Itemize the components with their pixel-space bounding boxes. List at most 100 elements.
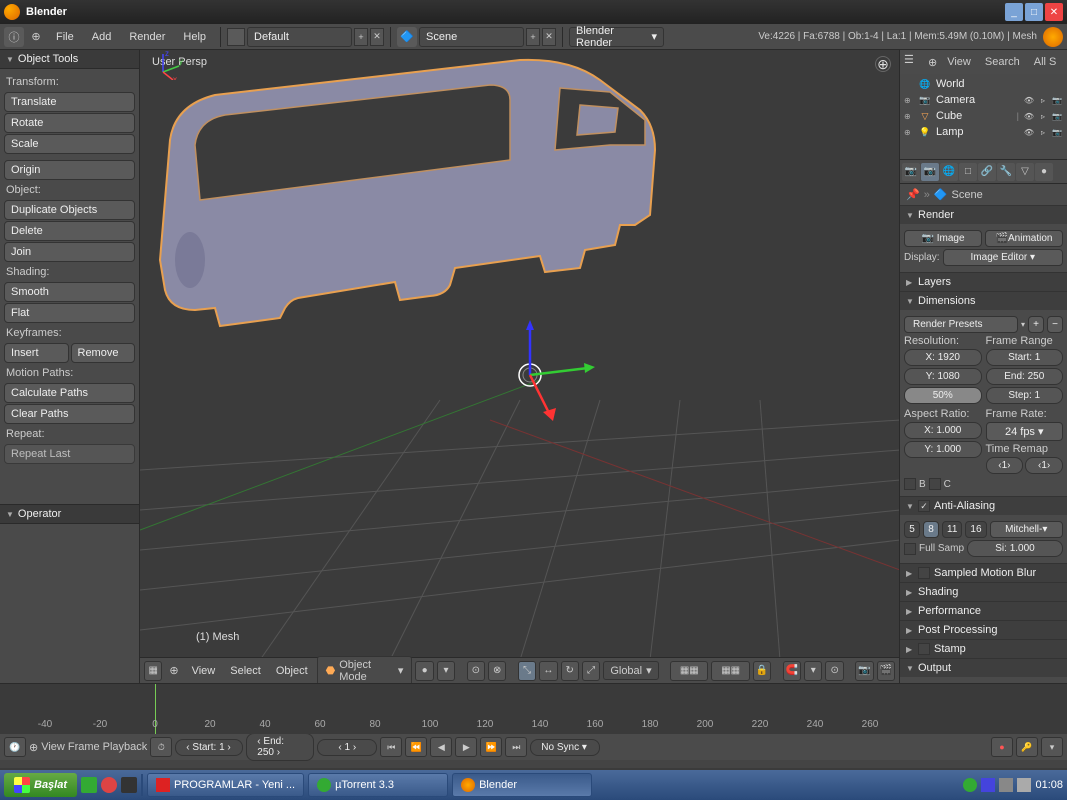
aa-11-button[interactable]: 11: [942, 521, 962, 538]
sync-dropdown[interactable]: No Sync ▾: [530, 739, 600, 756]
layout-add-button[interactable]: +: [354, 28, 368, 46]
auto-keyframe-icon[interactable]: ●: [991, 737, 1013, 757]
aa-enable-checkbox[interactable]: [918, 500, 930, 512]
snap-element-icon[interactable]: ▾: [804, 661, 822, 681]
fr-end-field[interactable]: End: 250: [986, 368, 1064, 385]
orientation-dropdown[interactable]: Global▾: [603, 661, 658, 680]
outliner-editor-icon[interactable]: ☰: [904, 53, 922, 71]
render-tab-icon[interactable]: 📷: [902, 163, 920, 181]
aa-8-button[interactable]: 8: [923, 521, 939, 538]
tray-clock[interactable]: 01:08: [1035, 779, 1063, 791]
opengl-render-icon[interactable]: 📷: [855, 661, 873, 681]
use-preview-range-icon[interactable]: ⏱: [150, 737, 172, 757]
opengl-anim-icon[interactable]: 🎬: [877, 661, 895, 681]
pivot-individual-icon[interactable]: ⊗: [488, 661, 506, 681]
fr-step-field[interactable]: Step: 1: [986, 387, 1064, 404]
menu-render[interactable]: Render: [121, 27, 173, 47]
res-x-field[interactable]: X: 1920: [904, 349, 982, 366]
crop-checkbox[interactable]: [929, 478, 941, 490]
scene-delete-button[interactable]: ✕: [542, 28, 556, 46]
cursor-icon[interactable]: ▹: [1037, 94, 1049, 106]
delete-button[interactable]: Delete: [4, 221, 135, 241]
scene-tab-icon[interactable]: 📷: [921, 163, 939, 181]
pivot-icon[interactable]: ⊙: [467, 661, 485, 681]
scene-browse-icon[interactable]: 🔷: [397, 27, 417, 47]
aa-filter-dropdown[interactable]: Mitchell-▾: [990, 521, 1063, 538]
manipulator-toggle[interactable]: ⤡: [518, 661, 536, 681]
view3d-menu-select[interactable]: Select: [224, 662, 267, 680]
taskbar-item-utorrent[interactable]: µTorrent 3.3: [308, 773, 448, 797]
flat-button[interactable]: Flat: [4, 303, 135, 323]
marker-icon[interactable]: ▾: [1041, 737, 1063, 757]
snap-target-icon[interactable]: ⊙: [825, 661, 843, 681]
object-tools-header[interactable]: Object Tools: [0, 50, 139, 69]
snap-toggle-icon[interactable]: 🧲: [783, 661, 801, 681]
blender-org-icon[interactable]: [1043, 27, 1063, 47]
rotate-button[interactable]: Rotate: [4, 113, 135, 133]
eye-icon[interactable]: 👁: [1023, 94, 1035, 106]
operator-panel-header[interactable]: Operator: [0, 505, 139, 524]
material-tab-icon[interactable]: ●: [1035, 163, 1053, 181]
timeline-menu-frame[interactable]: Frame: [68, 741, 100, 753]
fps-dropdown[interactable]: 24 fps ▾: [986, 422, 1064, 441]
menu-file[interactable]: File: [48, 27, 82, 47]
tray-icon-4[interactable]: [1017, 778, 1031, 792]
render-icon[interactable]: 📷: [1051, 110, 1063, 122]
render-icon[interactable]: 📷: [1051, 94, 1063, 106]
keying-set-icon[interactable]: 🔑: [1016, 737, 1038, 757]
manipulator-scale-icon[interactable]: ⤢: [582, 661, 600, 681]
border-checkbox[interactable]: [904, 478, 916, 490]
render-icon[interactable]: 📷: [1051, 126, 1063, 138]
preset-remove-button[interactable]: −: [1047, 316, 1063, 333]
timeline-collapse[interactable]: ⊕: [29, 741, 38, 754]
fr-start-field[interactable]: Start: 1: [986, 349, 1064, 366]
play-icon[interactable]: ▶: [455, 737, 477, 757]
viewport-shading-icon[interactable]: ●: [415, 661, 433, 681]
constraints-tab-icon[interactable]: 🔗: [978, 163, 996, 181]
menu-collapse-icon[interactable]: ⊕: [26, 27, 46, 47]
start-button[interactable]: Başlat: [4, 773, 77, 797]
eye-icon[interactable]: 👁: [1023, 110, 1035, 122]
outliner-menu-view[interactable]: View: [943, 54, 975, 70]
lock-camera-icon[interactable]: 🔒: [753, 661, 771, 681]
viewport-plus-icon[interactable]: ⊕: [875, 56, 891, 72]
dimensions-panel-header[interactable]: ▼Dimensions: [900, 292, 1067, 310]
layout-delete-button[interactable]: ✕: [370, 28, 384, 46]
origin-button[interactable]: Origin: [4, 160, 135, 180]
manipulator-gizmo[interactable]: [480, 320, 600, 440]
performance-panel-header[interactable]: ▶Performance: [900, 602, 1067, 620]
pin-icon[interactable]: 📌: [906, 188, 920, 201]
render-engine-dropdown[interactable]: Blender Render▾: [569, 27, 664, 47]
calculate-paths-button[interactable]: Calculate Paths: [4, 383, 135, 403]
clear-paths-button[interactable]: Clear Paths: [4, 404, 135, 424]
menu-help[interactable]: Help: [175, 27, 214, 47]
outliner-item-lamp[interactable]: ⊕ 💡 Lamp 👁▹📷: [902, 124, 1065, 140]
res-y-field[interactable]: Y: 1080: [904, 368, 982, 385]
mode-dropdown[interactable]: ⬣Object Mode▾: [317, 656, 413, 684]
preset-add-button[interactable]: +: [1028, 316, 1044, 333]
jump-start-icon[interactable]: ⏮: [380, 737, 402, 757]
current-frame-field[interactable]: ‹ 1 ›: [317, 739, 377, 756]
tr-old-field[interactable]: ‹1›: [986, 457, 1024, 474]
smb-checkbox[interactable]: [918, 567, 930, 579]
layers-panel-header[interactable]: ▶Layers: [900, 273, 1067, 291]
repeat-last-button[interactable]: Repeat Last: [4, 444, 135, 464]
duplicate-button[interactable]: Duplicate Objects: [4, 200, 135, 220]
stamp-panel-header[interactable]: ▶Stamp: [900, 640, 1067, 658]
aa-5-button[interactable]: 5: [904, 521, 920, 538]
start-frame-field[interactable]: ‹ Start: 1 ›: [175, 739, 243, 756]
postprocessing-panel-header[interactable]: ▶Post Processing: [900, 621, 1067, 639]
layers-group-1[interactable]: ▦▦: [670, 661, 708, 681]
outliner-menu-search[interactable]: Search: [981, 54, 1024, 70]
jump-next-keyframe-icon[interactable]: ⏩: [480, 737, 502, 757]
res-pct-field[interactable]: 50%: [904, 387, 982, 404]
view3d-menu-collapse[interactable]: ⊕: [165, 664, 182, 677]
remove-keyframe-button[interactable]: Remove: [71, 343, 136, 363]
jump-end-icon[interactable]: ⏭: [505, 737, 527, 757]
shading-menu-icon[interactable]: ▾: [437, 661, 455, 681]
output-panel-header[interactable]: ▼Output: [900, 659, 1067, 677]
world-tab-icon[interactable]: 🌐: [940, 163, 958, 181]
cursor-icon[interactable]: ▹: [1037, 110, 1049, 122]
screen-layout-dropdown[interactable]: Default: [247, 27, 352, 47]
scale-button[interactable]: Scale: [4, 134, 135, 154]
